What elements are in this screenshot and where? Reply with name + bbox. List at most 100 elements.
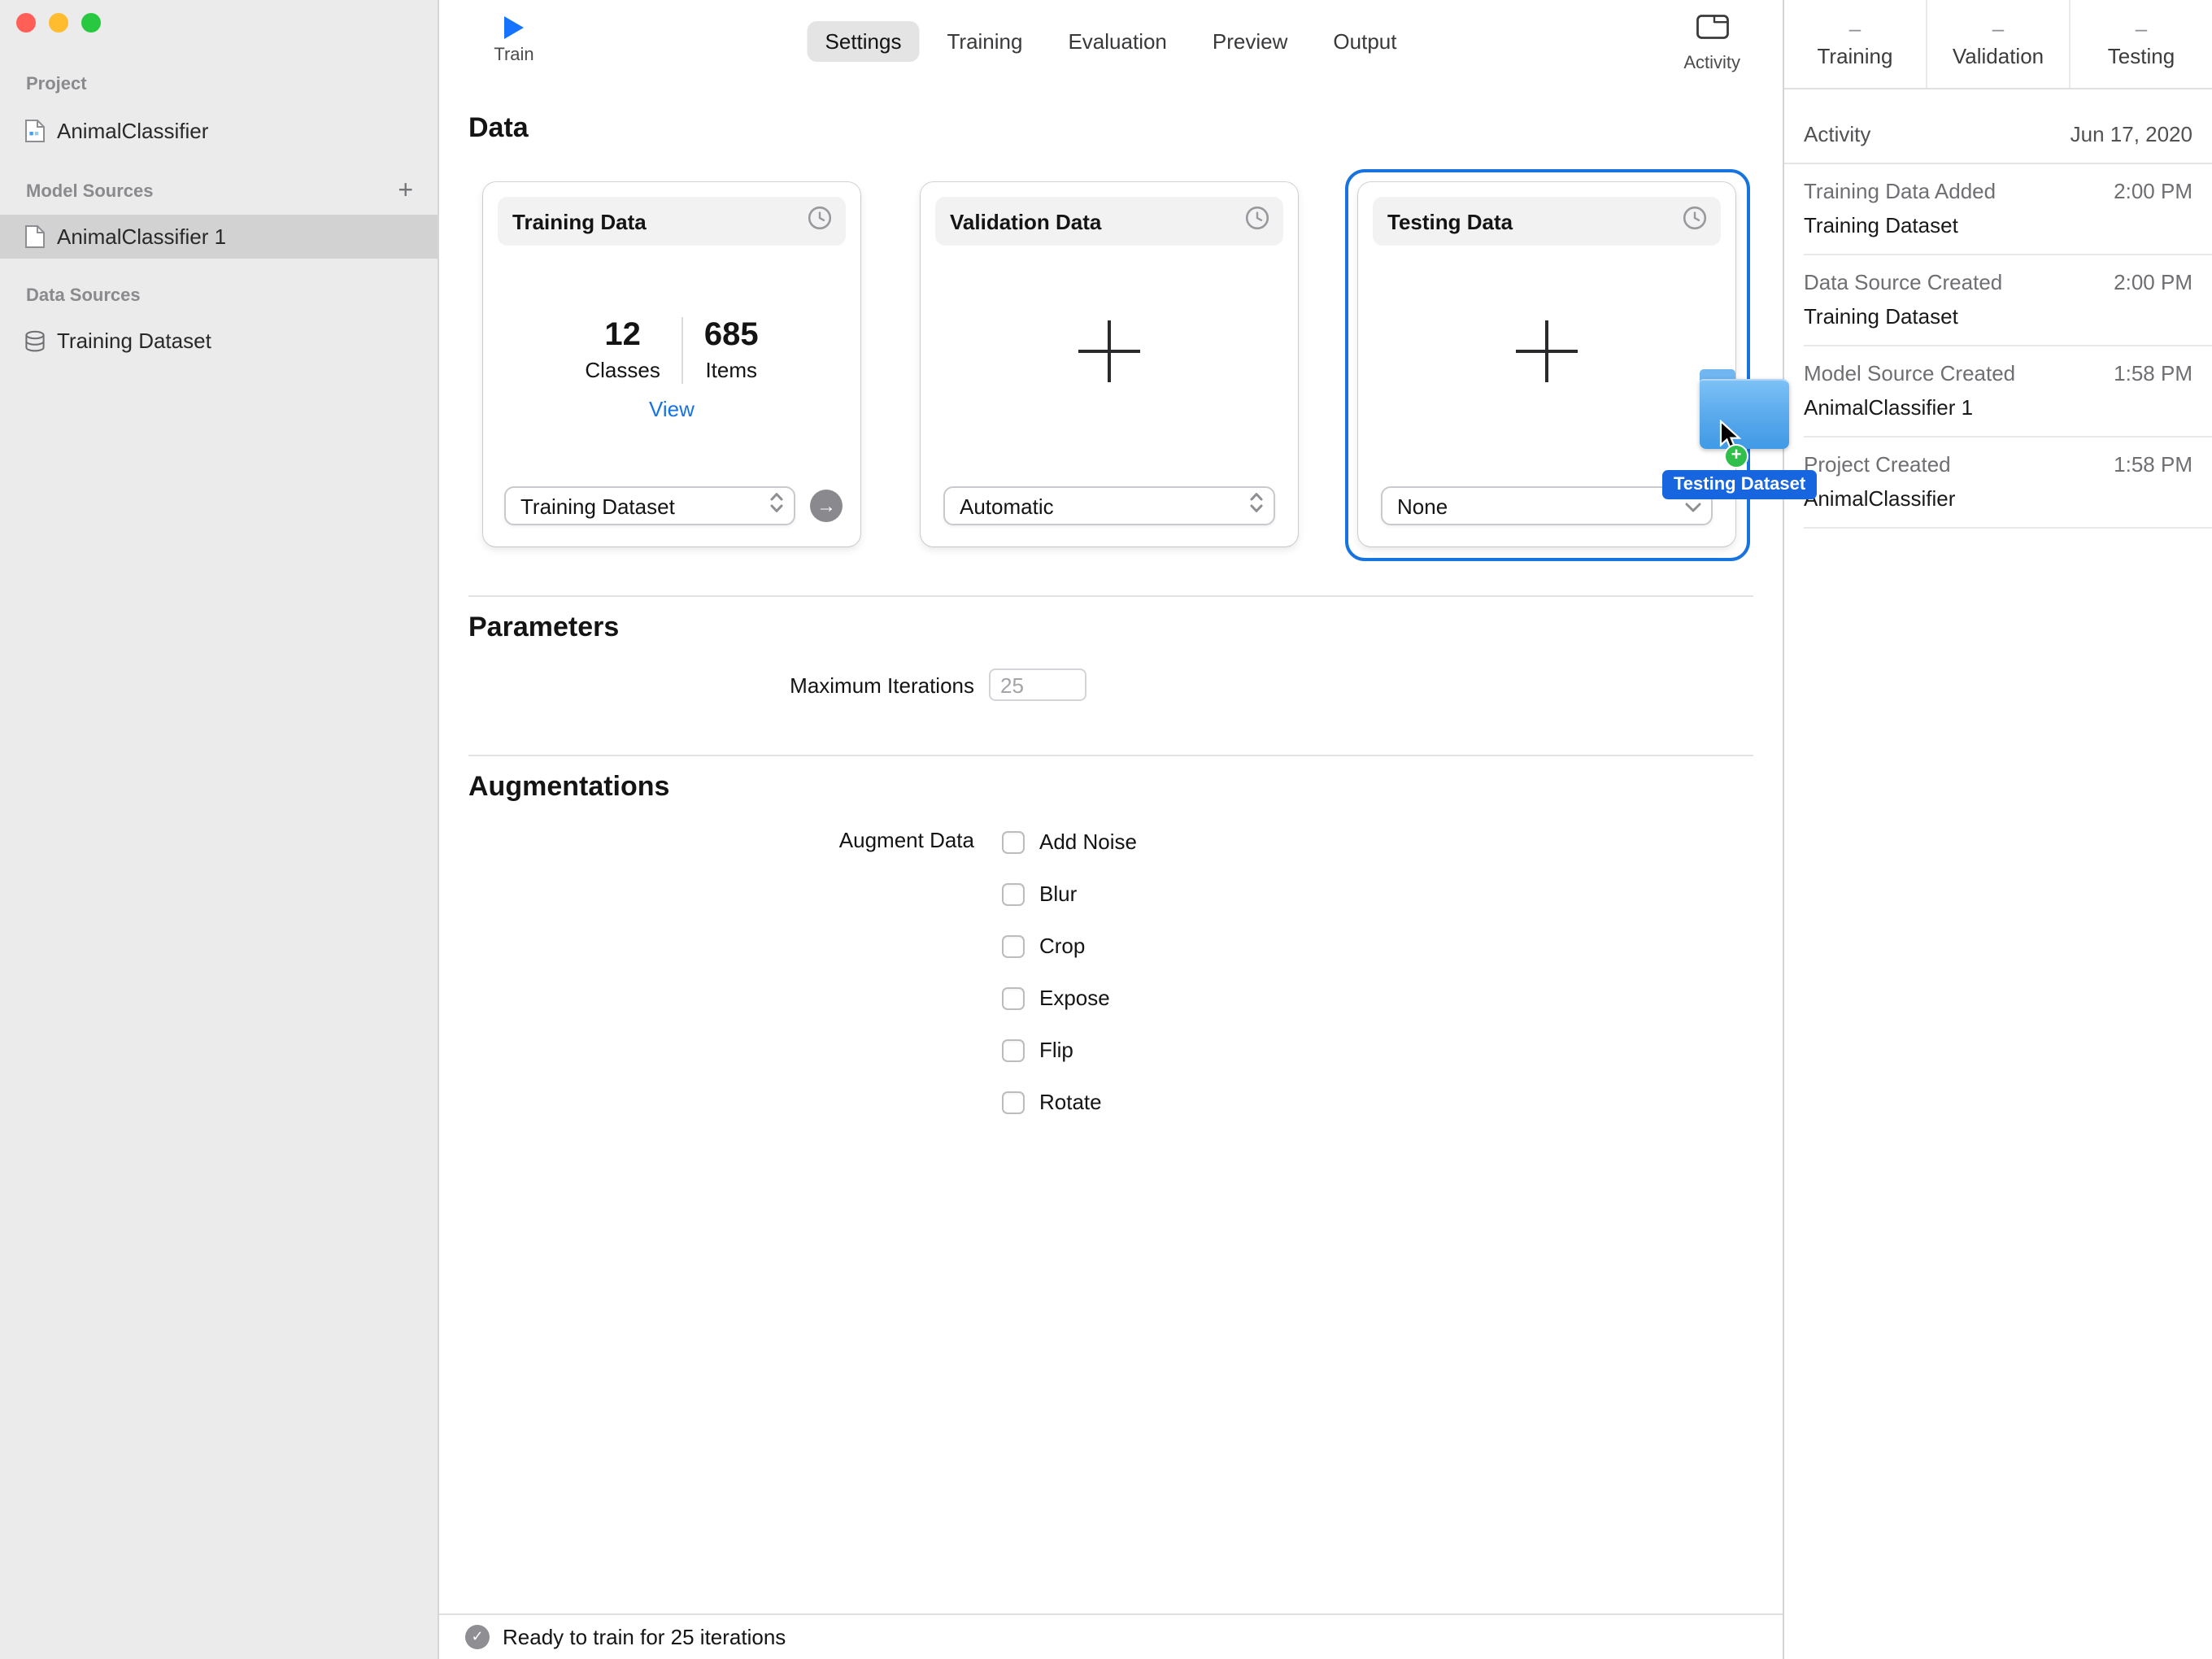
sidebar: Project AnimalClassifier Model Sources +…: [0, 0, 439, 1659]
max-iterations-input[interactable]: [989, 668, 1086, 701]
activity-entry-subtitle: AnimalClassifier: [1804, 486, 1956, 511]
activity-entry-time: 2:00 PM: [2114, 179, 2192, 203]
augment-option-row: Blur: [1002, 880, 1137, 908]
sidebar-section-model-sources-row: Model Sources +: [26, 178, 421, 204]
activity-entry-title: Data Source Created: [1804, 270, 2003, 294]
activity-entry-subtitle: Training Dataset: [1804, 213, 1958, 237]
training-card-footer: Training Dataset →: [504, 486, 843, 525]
main-area: Train Settings Training Evaluation Previ…: [439, 0, 1783, 1659]
close-button[interactable]: [16, 13, 36, 33]
sidebar-item-training-dataset[interactable]: Training Dataset: [0, 319, 438, 363]
add-data-plus-icon[interactable]: [1516, 320, 1578, 382]
metric-validation: – Validation: [1926, 0, 2069, 88]
activity-entry: Data Source Created 2:00 PM Training Dat…: [1784, 255, 2212, 346]
toolbar: Train Settings Training Evaluation Previ…: [439, 0, 1783, 89]
augment-options: Add Noise Blur Crop Expose Flip Rotate: [1002, 828, 1137, 1116]
project-doc-icon: [24, 119, 46, 143]
augment-option-label: Rotate: [1039, 1090, 1102, 1114]
app-window: Project AnimalClassifier Model Sources +…: [0, 0, 2212, 1659]
augment-option-row: Flip: [1002, 1036, 1137, 1064]
activity-log-entries: Training Data Added 2:00 PM Training Dat…: [1784, 164, 2212, 529]
tab-preview[interactable]: Preview: [1195, 21, 1306, 62]
section-divider: [468, 595, 1753, 597]
training-data-stats: 12 Classes 685 Items: [483, 317, 860, 384]
tab-training[interactable]: Training: [930, 21, 1041, 62]
train-button[interactable]: Train: [480, 16, 548, 65]
database-icon: [24, 329, 46, 352]
zoom-button[interactable]: [81, 13, 101, 33]
activity-entry-title: Training Data Added: [1804, 179, 1996, 203]
crop-checkbox[interactable]: [1002, 934, 1025, 957]
augment-option-label: Flip: [1039, 1038, 1073, 1062]
metric-value: –: [1992, 16, 2005, 41]
settings-pane: Data Training Data 12 Classes 685 Items …: [439, 88, 1783, 1613]
activity-entry: Training Data Added 2:00 PM Training Dat…: [1784, 164, 2212, 255]
go-arrow-button[interactable]: →: [810, 490, 843, 522]
rotate-checkbox[interactable]: [1002, 1091, 1025, 1113]
augment-option-label: Add Noise: [1039, 830, 1137, 854]
activity-entry-time: 2:00 PM: [2114, 270, 2192, 294]
play-icon: [504, 16, 524, 39]
activity-entry: Project Created 1:58 PM AnimalClassifier: [1784, 438, 2212, 529]
section-divider: [468, 755, 1753, 756]
metric-testing: – Testing: [2069, 0, 2212, 88]
activity-window-icon: [1696, 15, 1729, 47]
max-iterations-label: Maximum Iterations: [790, 673, 974, 697]
add-model-source-button[interactable]: +: [390, 178, 421, 204]
augment-data-label: Augment Data: [838, 828, 974, 852]
expose-checkbox[interactable]: [1002, 986, 1025, 1009]
stepper-chevrons-icon: [769, 490, 784, 521]
tab-bar: Settings Training Evaluation Preview Out…: [807, 21, 1415, 62]
metric-label: Validation: [1952, 44, 2044, 68]
testing-card-footer: None: [1381, 486, 1713, 525]
blur-checkbox[interactable]: [1002, 882, 1025, 905]
metric-label: Testing: [2107, 44, 2175, 68]
activity-button[interactable]: Activity: [1683, 15, 1740, 73]
tab-evaluation[interactable]: Evaluation: [1050, 21, 1184, 62]
add-noise-checkbox[interactable]: [1002, 830, 1025, 853]
activity-log-header: Activity Jun 17, 2020: [1784, 89, 2212, 164]
augment-option-label: Expose: [1039, 986, 1110, 1010]
add-data-plus-icon[interactable]: [1078, 320, 1140, 382]
tab-output[interactable]: Output: [1315, 21, 1414, 62]
checkmark-circle-icon: ✓: [465, 1625, 490, 1649]
card-title: Validation Data: [950, 209, 1102, 233]
testing-data-source-dropdown[interactable]: None: [1381, 486, 1713, 525]
parameters-section-title: Parameters: [468, 612, 620, 642]
training-data-card: Training Data 12 Classes 685 Items View …: [483, 182, 860, 546]
augment-option-row: Expose: [1002, 984, 1137, 1012]
view-link[interactable]: View: [483, 397, 860, 421]
validation-data-source-dropdown[interactable]: Automatic: [943, 486, 1275, 525]
metric-label: Training: [1817, 44, 1893, 68]
status-text: Ready to train for 25 iterations: [503, 1625, 786, 1649]
metric-value: –: [2135, 16, 2148, 41]
metrics-header: – Training – Validation – Testing: [1784, 0, 2212, 89]
training-data-source-dropdown[interactable]: Training Dataset: [504, 486, 795, 525]
max-iterations-row: Maximum Iterations: [468, 668, 1086, 701]
sidebar-section-data-sources: Data Sources: [26, 286, 141, 306]
augment-option-row: Add Noise: [1002, 828, 1137, 856]
activity-entry-subtitle: AnimalClassifier 1: [1804, 395, 1974, 420]
validation-data-card-header: Validation Data: [935, 197, 1283, 246]
chevron-down-icon: [1685, 491, 1701, 520]
augmentations-section-title: Augmentations: [468, 771, 670, 802]
training-data-card-header: Training Data: [498, 197, 846, 246]
sidebar-item-animalclassifier-1[interactable]: AnimalClassifier 1: [0, 215, 438, 259]
activity-entry-time: 1:58 PM: [2114, 452, 2192, 477]
testing-data-card[interactable]: Testing Data None: [1344, 168, 1749, 560]
activity-log-title: Activity: [1804, 122, 1871, 146]
sidebar-section-model-sources: Model Sources: [26, 182, 154, 202]
tab-settings[interactable]: Settings: [807, 21, 920, 62]
data-section-title: Data: [468, 112, 529, 143]
augment-option-label: Blur: [1039, 882, 1078, 906]
model-doc-icon: [24, 224, 46, 249]
sidebar-item-animalclassifier[interactable]: AnimalClassifier: [0, 109, 438, 153]
activity-entry-subtitle: Training Dataset: [1804, 304, 1958, 329]
minimize-button[interactable]: [49, 13, 68, 33]
flip-checkbox[interactable]: [1002, 1039, 1025, 1061]
items-label: Items: [705, 358, 758, 382]
sidebar-item-label: Training Dataset: [57, 329, 211, 353]
classes-stat: 12 Classes: [564, 317, 681, 384]
status-bar: ✓ Ready to train for 25 iterations: [439, 1613, 1783, 1659]
testing-data-card-header: Testing Data: [1373, 197, 1721, 246]
